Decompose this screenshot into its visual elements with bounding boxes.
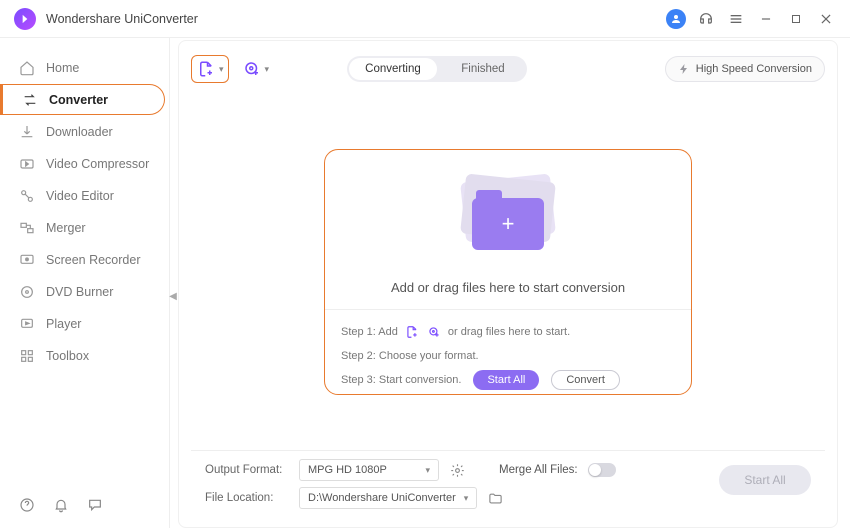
dropzone[interactable]: + Add or drag files here to start conver… — [324, 149, 692, 395]
main-panel: ▾ ▾ Converting Finished High Speed Conve… — [170, 38, 850, 528]
chevron-down-icon: ▾ — [425, 465, 430, 476]
home-icon — [18, 59, 36, 77]
dvd-icon — [18, 283, 36, 301]
sidebar-item-dvd[interactable]: DVD Burner — [0, 276, 169, 307]
tab-converting[interactable]: Converting — [349, 58, 437, 80]
merger-icon — [18, 219, 36, 237]
chevron-down-icon: ▾ — [464, 493, 469, 504]
sidebar-item-toolbox[interactable]: Toolbox — [0, 340, 169, 371]
sidebar-item-label: DVD Burner — [46, 285, 113, 299]
sidebar-item-label: Merger — [46, 221, 86, 235]
output-format-select[interactable]: MPG HD 1080P ▾ — [299, 459, 439, 481]
sidebar-item-downloader[interactable]: Downloader — [0, 116, 169, 147]
titlebar: Wondershare UniConverter — [0, 0, 850, 38]
converter-icon — [21, 91, 39, 109]
add-file-icon — [404, 324, 420, 340]
app-title: Wondershare UniConverter — [46, 12, 198, 26]
folder-add-illustration: + — [448, 172, 568, 252]
output-format-label: Output Format: — [205, 464, 289, 476]
collapse-sidebar-icon[interactable]: ◀ — [169, 282, 177, 310]
user-avatar-icon[interactable] — [666, 9, 686, 29]
downloader-icon — [18, 123, 36, 141]
sidebar-item-editor[interactable]: Video Editor — [0, 180, 169, 211]
merge-label: Merge All Files: — [499, 464, 578, 476]
step-3: Step 3: Start conversion. Start All Conv… — [341, 368, 675, 392]
hamburger-menu-icon[interactable] — [726, 9, 746, 29]
file-location-value: D:\Wondershare UniConverter — [308, 492, 456, 504]
sidebar-item-converter[interactable]: Converter — [0, 84, 165, 115]
sidebar-item-compressor[interactable]: Video Compressor — [0, 148, 169, 179]
feedback-icon[interactable] — [86, 496, 104, 514]
add-dvd-icon — [242, 59, 262, 79]
sidebar-item-label: Toolbox — [46, 349, 89, 363]
sidebar-item-label: Screen Recorder — [46, 253, 141, 267]
gear-icon[interactable] — [449, 462, 465, 478]
start-all-pill[interactable]: Start All — [473, 370, 539, 390]
sidebar-item-label: Video Editor — [46, 189, 114, 203]
toolbar: ▾ ▾ Converting Finished High Speed Conve… — [191, 49, 825, 89]
bolt-icon — [678, 63, 690, 75]
toolbox-icon — [18, 347, 36, 365]
add-file-button[interactable]: ▾ — [191, 55, 229, 83]
file-location-select[interactable]: D:\Wondershare UniConverter ▾ — [299, 487, 477, 509]
dropzone-text: Add or drag files here to start conversi… — [391, 280, 625, 295]
output-format-value: MPG HD 1080P — [308, 464, 387, 476]
sidebar-item-home[interactable]: Home — [0, 52, 169, 83]
support-icon[interactable] — [696, 9, 716, 29]
sidebar-item-label: Home — [46, 61, 79, 75]
merge-toggle[interactable] — [588, 463, 616, 477]
file-location-label: File Location: — [205, 492, 289, 504]
sidebar-item-recorder[interactable]: Screen Recorder — [0, 244, 169, 275]
player-icon — [18, 315, 36, 333]
bell-icon[interactable] — [52, 496, 70, 514]
sidebar-item-player[interactable]: Player — [0, 308, 169, 339]
add-dvd-icon — [426, 324, 442, 340]
sidebar: Home Converter Downloader Video Compress… — [0, 38, 170, 528]
app-logo — [14, 8, 36, 30]
chevron-down-icon: ▾ — [265, 64, 270, 75]
bottom-bar: Output Format: MPG HD 1080P ▾ Merge All … — [191, 450, 825, 517]
compressor-icon — [18, 155, 36, 173]
sidebar-item-merger[interactable]: Merger — [0, 212, 169, 243]
high-speed-button[interactable]: High Speed Conversion — [665, 56, 825, 82]
step-2: Step 2: Choose your format. — [341, 344, 675, 368]
start-all-button[interactable]: Start All — [719, 465, 811, 495]
editor-icon — [18, 187, 36, 205]
sidebar-item-label: Downloader — [46, 125, 113, 139]
sidebar-item-label: Converter — [49, 93, 108, 107]
folder-open-icon[interactable] — [487, 490, 503, 506]
minimize-icon[interactable] — [756, 9, 776, 29]
sidebar-item-label: Player — [46, 317, 81, 331]
high-speed-label: High Speed Conversion — [696, 63, 812, 75]
tabs: Converting Finished — [347, 56, 527, 82]
help-icon[interactable] — [18, 496, 36, 514]
tab-finished[interactable]: Finished — [439, 56, 527, 82]
step-1: Step 1: Add or drag files here to start. — [341, 320, 675, 344]
maximize-icon[interactable] — [786, 9, 806, 29]
add-dvd-button[interactable]: ▾ — [237, 55, 275, 83]
recorder-icon — [18, 251, 36, 269]
sidebar-item-label: Video Compressor — [46, 157, 149, 171]
chevron-down-icon: ▾ — [219, 64, 224, 75]
close-icon[interactable] — [816, 9, 836, 29]
add-file-icon — [196, 59, 216, 79]
convert-pill[interactable]: Convert — [551, 370, 620, 390]
